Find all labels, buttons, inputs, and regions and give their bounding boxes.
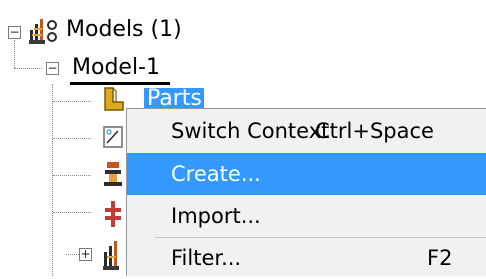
menu-item-label: Import... — [171, 204, 261, 228]
model1-label[interactable]: Model-1 — [72, 55, 160, 81]
models-label[interactable]: Models (1) — [66, 17, 182, 43]
menu-item-switch-context[interactable]: Switch Context Ctrl+Space — [127, 110, 486, 152]
materials-icon — [104, 162, 122, 186]
tree-connector — [14, 40, 15, 68]
parts-label: Parts — [147, 88, 202, 110]
assembly-icon — [103, 241, 119, 270]
tree-connector — [53, 138, 91, 139]
model1-collapse-expander[interactable]: − — [46, 62, 59, 75]
tree-connector — [14, 68, 42, 69]
tree-collapsed-expander[interactable]: + — [79, 248, 92, 261]
models-collapse-expander[interactable]: − — [8, 26, 21, 39]
menu-item-filter[interactable]: Filter... F2 — [127, 237, 486, 279]
parts-selected-highlight[interactable]: Parts — [144, 88, 204, 110]
menu-item-label: Filter... — [171, 246, 242, 270]
models-icon — [29, 19, 57, 44]
menu-item-label: Switch Context — [171, 119, 330, 143]
model1-underline — [70, 82, 170, 85]
context-menu: Switch Context Ctrl+Space Create... Impo… — [126, 108, 486, 276]
menu-item-create[interactable]: Create... — [127, 153, 486, 195]
tree-connector — [53, 101, 91, 102]
sections-icon — [105, 201, 121, 227]
menu-item-shortcut: F2 — [427, 246, 453, 270]
parts-icon — [104, 87, 124, 111]
tree-connector — [53, 175, 91, 176]
menu-item-shortcut: Ctrl+Space — [315, 119, 434, 143]
sketches-icon — [103, 126, 123, 148]
tree-connector — [53, 212, 91, 213]
menu-item-import[interactable]: Import... — [127, 195, 486, 237]
menu-item-label: Create... — [171, 162, 261, 186]
tree-connector — [52, 84, 53, 276]
